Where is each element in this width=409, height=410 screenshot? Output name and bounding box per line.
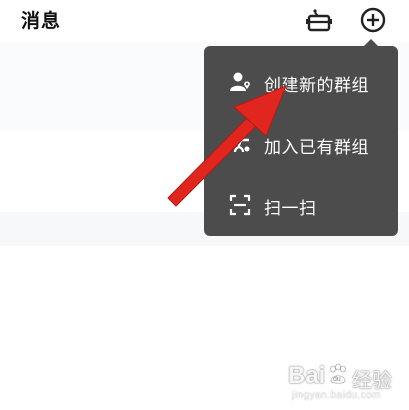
watermark-suffix: 经验 [352,368,392,392]
top-bar: 消息 [0,0,409,42]
robot-button[interactable] [305,6,333,34]
add-button[interactable] [359,6,387,34]
page-title: 消息 [21,10,62,32]
scan-icon [228,193,252,217]
join-group-icon [228,132,252,156]
menu-item-create-group[interactable]: 创建新的群组 [204,50,398,110]
menu-item-scan[interactable]: 扫一扫 [204,173,398,233]
menu-item-label: 扫一扫 [264,199,317,219]
paw-icon: du [330,363,346,384]
menu-item-label: 创建新的群组 [264,76,369,96]
menu-item-label: 加入已有群组 [264,138,369,158]
robot-icon [306,9,332,32]
add-circle-icon [360,7,386,33]
watermark-domain: jingyan.baidu.com [292,390,382,401]
watermark-paw-text: du [333,376,341,383]
menu-item-join-group[interactable]: 加入已有群组 [204,112,398,172]
create-group-icon [228,70,252,94]
add-dropdown-menu: 创建新的群组 加入已有群组 扫一扫 [204,46,398,236]
watermark-brand: Bai [288,362,326,389]
baidu-watermark: Bai du 经验 jingyan.baidu.com [282,356,406,406]
